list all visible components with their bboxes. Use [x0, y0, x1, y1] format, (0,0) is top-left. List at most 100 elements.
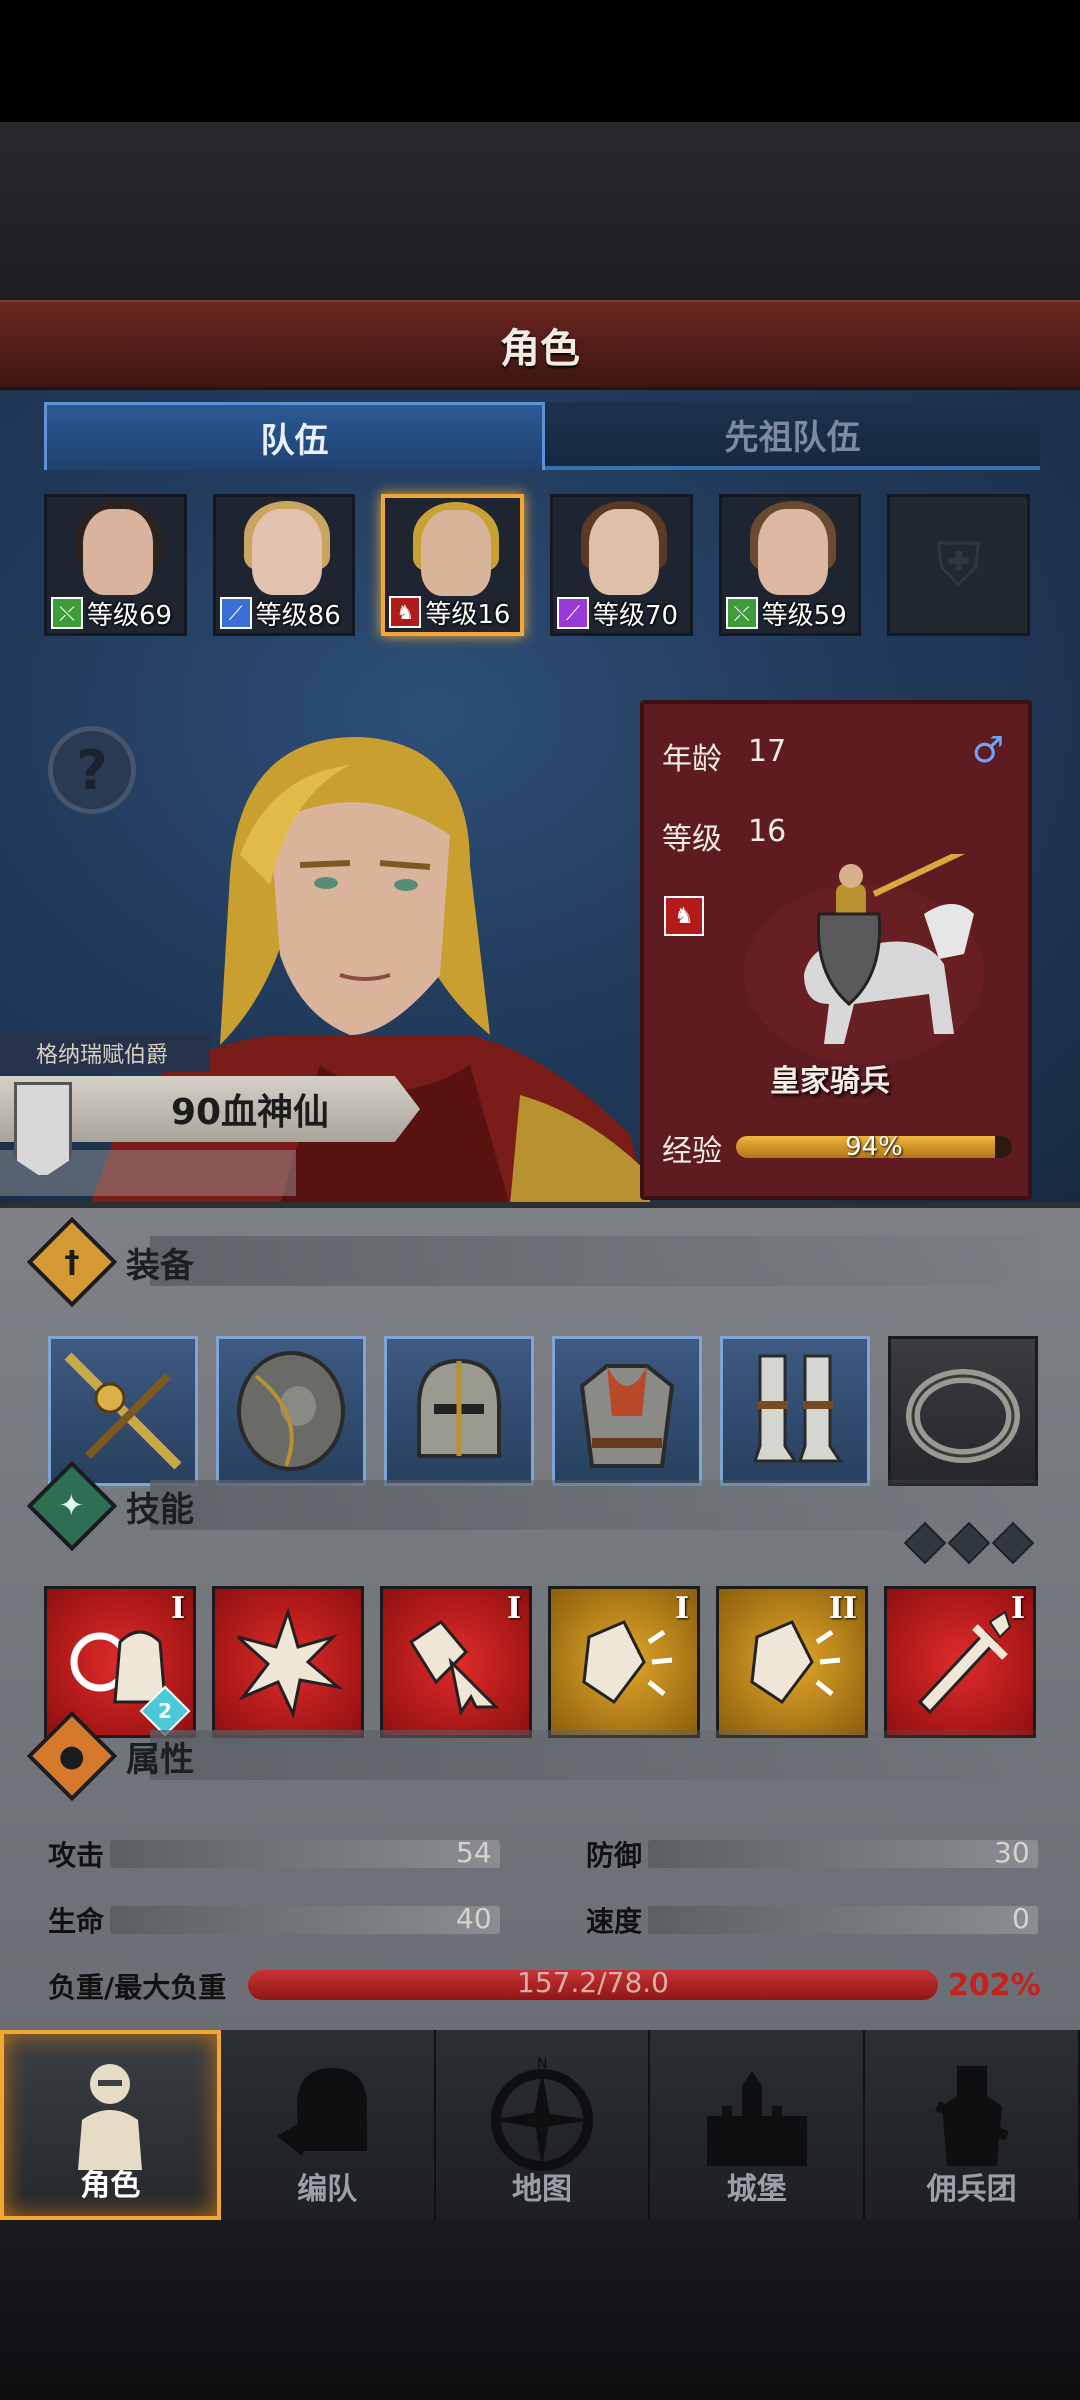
skill-slot[interactable]: I — [380, 1586, 532, 1738]
skill-slot[interactable] — [212, 1586, 364, 1738]
section-strip — [150, 1730, 1040, 1780]
nav-mercenary[interactable]: 佣兵团 — [865, 2030, 1080, 2220]
hp-value: 40 — [456, 1902, 492, 1935]
empty-helmet-icon: ⛨ — [936, 530, 982, 600]
level-row: ⤬ 等级69 — [51, 595, 182, 631]
attack-bar — [110, 1840, 500, 1868]
attack-row: 攻击 — [48, 1834, 104, 1874]
staff-class-icon: ⟋ — [557, 597, 589, 629]
empty-roster-slot[interactable]: ⛨ — [887, 494, 1030, 636]
age-row: 年龄 17 — [662, 734, 786, 778]
age-value: 17 — [748, 734, 787, 769]
banner-icon[interactable] — [14, 1082, 72, 1178]
skill-badge-count: 2 — [158, 1698, 172, 1723]
level-text: 等级16 — [425, 599, 511, 630]
equip-slot-helmet[interactable] — [384, 1336, 534, 1486]
roster-slot[interactable]: ⟋ 等级70 — [550, 494, 693, 636]
skill-slot[interactable]: I — [884, 1586, 1036, 1738]
sword-class-icon: ⟋ — [219, 597, 252, 629]
attack-label: 攻击 — [48, 1839, 105, 1872]
roster-slot-selected[interactable]: ♞ 等级16 — [381, 494, 524, 636]
speed-row: 速度 — [586, 1900, 642, 1940]
mercenary-icon — [934, 2066, 1009, 2166]
section-strip — [150, 1480, 1040, 1530]
character-name: 90血神仙 — [170, 1092, 330, 1133]
hero-face — [421, 510, 492, 596]
nav-castle[interactable]: 城堡 — [650, 2030, 866, 2220]
spear-class-icon: ⤬ — [51, 597, 83, 629]
section-title: 技能 — [126, 1489, 194, 1530]
sword-skill-icon — [917, 1610, 1012, 1715]
tab-party[interactable]: 队伍 — [44, 402, 545, 470]
level-text: 等级69 — [87, 600, 173, 631]
section-title: 装备 — [126, 1245, 194, 1286]
speed-value: 0 — [1012, 1902, 1030, 1935]
roster-slot[interactable]: ⤬ 等级59 — [718, 494, 862, 636]
defense-label: 防御 — [586, 1839, 643, 1872]
diamond-icon — [991, 1521, 1035, 1565]
equip-slot-legs[interactable] — [720, 1336, 870, 1486]
unit-name: 皇家骑兵 — [770, 1064, 890, 1099]
equip-slot-ring[interactable] — [888, 1336, 1038, 1486]
page-title: 角色 — [500, 325, 580, 372]
equip-slot-armor[interactable] — [552, 1336, 702, 1486]
hero-face — [251, 509, 322, 595]
roster-slot[interactable]: ⤬ 等级69 — [44, 494, 187, 636]
equip-slot-shield[interactable] — [216, 1336, 366, 1486]
nav-formation[interactable]: 编队 — [220, 2030, 436, 2220]
equipment-section-header: † 装备 — [26, 1216, 194, 1308]
age-label: 年龄 — [662, 742, 722, 777]
attack-value: 54 — [456, 1836, 492, 1869]
hero-face — [589, 509, 659, 595]
equipment-row — [48, 1336, 1038, 1486]
spear-class-icon: ⤬ — [725, 597, 758, 629]
level-row: ⟋ 等级86 — [219, 595, 351, 631]
hp-bar — [110, 1906, 500, 1934]
helmet-icon — [417, 1358, 501, 1458]
chainmail-armor-icon — [579, 1364, 675, 1468]
tab-ancestor-party[interactable]: 先祖队伍 — [545, 402, 1040, 470]
skill-row: I 2 I I II I — [44, 1586, 1036, 1738]
star-icon: ✦ — [26, 1460, 118, 1552]
defense-bar — [648, 1840, 1038, 1868]
shield-bash-skill-icon — [408, 1620, 500, 1716]
roster: ⤬ 等级69 ⟋ 等级86 ♞ 等级16 ⟋ 等级70 ⤬ 等级59 ⛨ — [44, 494, 1030, 636]
bottom-area — [0, 2220, 1080, 2400]
bottom-nav: 角色 编队 N 地图 城堡 佣兵团 — [0, 2030, 1080, 2220]
nav-map[interactable]: N 地图 — [435, 2030, 651, 2220]
diamond-icon — [903, 1521, 947, 1565]
roster-slot[interactable]: ⟋ 等级86 — [212, 494, 356, 636]
skill-rank: I — [506, 1591, 521, 1626]
compass-icon: N — [490, 2056, 593, 2171]
title-bar: 角色 — [0, 300, 1080, 390]
skill-rank: I — [1010, 1591, 1025, 1626]
hp-row: 生命 — [48, 1900, 104, 1940]
load-label: 负重/最大负重 — [48, 1971, 227, 2004]
nav-character[interactable]: 角色 — [0, 2030, 221, 2220]
character-info-card: 年龄 17 ♂ 等级 16 ♞ 皇家骑兵 经验 94% — [640, 700, 1032, 1200]
section-strip — [150, 1236, 1040, 1286]
tab-label: 先祖队伍 — [724, 417, 861, 458]
shield-block-skill-icon — [582, 1620, 673, 1705]
hero-face — [757, 509, 828, 595]
load-percent: 202% — [948, 1968, 1041, 2003]
exp-bar: 94% — [736, 1136, 1012, 1158]
royal-cavalry-unit-icon — [744, 854, 984, 1064]
cross-icon: † — [26, 1216, 118, 1308]
skill-rank: I — [674, 1591, 689, 1626]
hero-face — [83, 509, 153, 595]
skill-slot[interactable]: II — [716, 1586, 868, 1738]
sword-icon — [64, 1352, 182, 1470]
details-panel: † 装备 ✦ 技能 I 2 I I II I ● 属性 攻击 54 防御 30 … — [0, 1202, 1080, 2030]
skill-slot[interactable]: I — [548, 1586, 700, 1738]
load-value: 157.2/78.0 — [517, 1966, 669, 1999]
exp-text: 94% — [845, 1136, 903, 1158]
status-area — [0, 0, 1080, 122]
tab-bar: 队伍 先祖队伍 — [44, 402, 1040, 470]
shield-icon — [237, 1351, 345, 1471]
helmet-formation-icon — [277, 2068, 368, 2156]
speed-label: 速度 — [586, 1905, 643, 1938]
level-row: 等级 16 — [662, 814, 786, 858]
tab-label: 队伍 — [260, 421, 329, 461]
speed-bar — [648, 1906, 1038, 1934]
